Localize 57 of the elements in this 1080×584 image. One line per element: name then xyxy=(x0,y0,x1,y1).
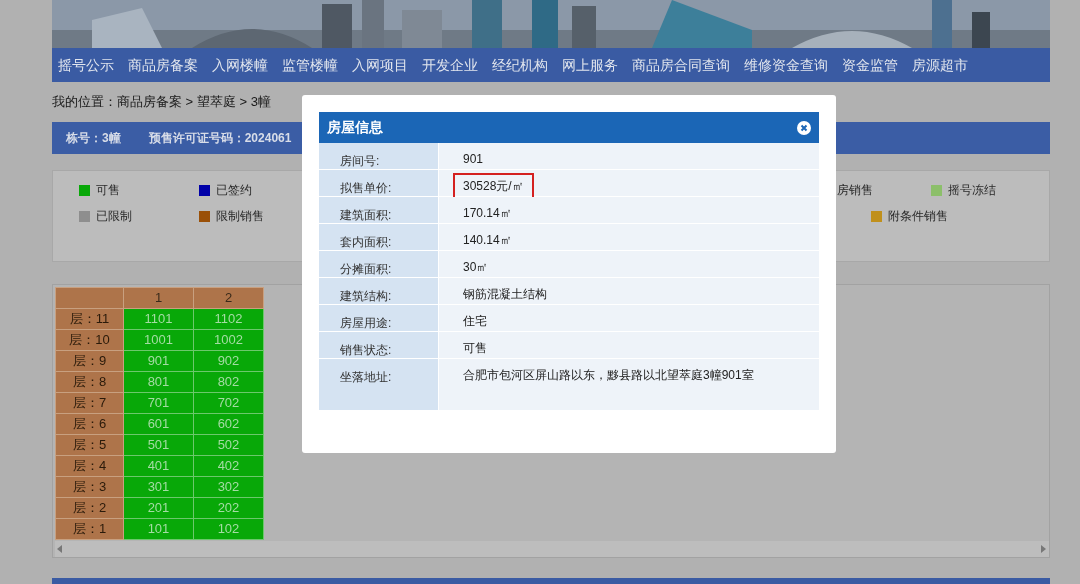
legend-label: 附条件销售 xyxy=(888,208,948,225)
field-label: 房屋用途: xyxy=(340,316,392,330)
dialog-title: 房屋信息 xyxy=(327,118,383,137)
nav-link[interactable]: 入网楼幢 xyxy=(212,54,268,76)
floor-label: 层：2 xyxy=(55,497,124,518)
floor-label: 层：6 xyxy=(55,413,124,434)
horizontal-scrollbar[interactable] xyxy=(55,540,1049,557)
nav-link[interactable]: 开发企业 xyxy=(422,54,478,76)
legend-label: 摇号冻结 xyxy=(948,182,996,199)
field-value: 140.14㎡ xyxy=(462,232,513,249)
field-label: 销售状态: xyxy=(340,343,392,357)
nav-link[interactable]: 网上服务 xyxy=(562,54,618,76)
nav-link[interactable]: 商品房合同查询 xyxy=(632,54,730,76)
field-label: 房间号: xyxy=(340,154,380,168)
field-value: 住宅 xyxy=(462,313,488,330)
column-header: 1 xyxy=(123,287,194,308)
floor-label: 层：11 xyxy=(55,308,124,329)
field-label: 套内面积: xyxy=(340,235,392,249)
nav-link[interactable]: 房源超市 xyxy=(912,54,968,76)
presale-permit-number: 预售许可证号码：2024061 xyxy=(148,130,292,147)
field-value: 170.14㎡ xyxy=(462,205,513,222)
column-header: 2 xyxy=(193,287,264,308)
floor-label: 层：8 xyxy=(55,371,124,392)
field-value: 901 xyxy=(462,151,485,168)
field-label: 拟售单价: xyxy=(340,181,392,195)
scroll-left-icon[interactable] xyxy=(57,544,63,553)
field-value: 合肥市包河区屏山路以东，黟县路以北望萃庭3幢901室 xyxy=(462,367,755,384)
breadcrumb: 我的位置：商品房备案 > 望萃庭 > 3幢 xyxy=(52,93,271,112)
field-value: 30㎡ xyxy=(462,259,490,276)
floor-label: 层：5 xyxy=(55,434,124,455)
nav-link[interactable]: 监管楼幢 xyxy=(282,54,338,76)
floor-label: 层：4 xyxy=(55,455,124,476)
field-value: 可售 xyxy=(462,340,488,357)
field-label: 建筑面积: xyxy=(340,208,392,222)
nav-link[interactable]: 摇号公示 xyxy=(58,54,114,76)
field-label: 坐落地址: xyxy=(340,370,392,384)
legend-label: 限制销售 xyxy=(216,208,264,225)
legend-label: 房销售 xyxy=(837,182,873,199)
field-label: 建筑结构: xyxy=(340,289,392,303)
nav-link[interactable]: 入网项目 xyxy=(352,54,408,76)
field-value: 钢筋混凝土结构 xyxy=(462,286,548,303)
field-label: 分摊面积: xyxy=(340,262,392,276)
legend-label: 已限制 xyxy=(96,208,132,225)
floor-label: 层：7 xyxy=(55,392,124,413)
legend-label: 已签约 xyxy=(216,182,252,199)
floor-label: 层：10 xyxy=(55,329,124,350)
nav-link[interactable]: 资金监管 xyxy=(842,54,898,76)
building-number: 栋号：3幢 xyxy=(66,130,121,147)
floor-label: 层：9 xyxy=(55,350,124,371)
nav-link[interactable]: 经纪机构 xyxy=(492,54,548,76)
scroll-right-icon[interactable] xyxy=(1041,544,1047,553)
nav-link[interactable]: 维修资金查询 xyxy=(744,54,828,76)
close-icon[interactable] xyxy=(797,120,811,135)
nav-link[interactable]: 商品房备案 xyxy=(128,54,198,76)
legend-label: 可售 xyxy=(96,182,120,199)
floor-label: 层：1 xyxy=(55,518,124,539)
floor-label: 层：3 xyxy=(55,476,124,497)
